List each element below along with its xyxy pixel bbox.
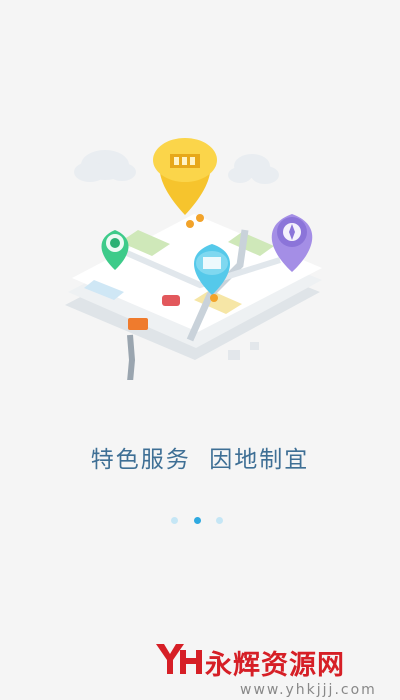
courier-icon-3 [210,294,218,302]
page-dot-1[interactable] [171,517,178,524]
courier-icon-2 [196,214,204,222]
page-indicator [168,516,232,526]
cube [228,350,240,360]
watermark-logo [156,644,202,674]
truck-icon [128,318,148,330]
page-dot-3[interactable] [216,517,223,524]
watermark: 永辉资源网 www.yhkjjj.com [150,640,390,700]
car-icon [162,295,180,306]
onboarding-screen: 特色服务 因地制宜 永辉资源网 www.yhkjjj.com [0,0,400,700]
cube-2 [250,342,259,350]
map-road-3 [127,334,136,380]
courier-icon [186,220,194,228]
watermark-url: www.yhkjjj.com [240,682,377,698]
cloud-left [74,150,136,182]
building-icon [153,138,217,215]
map-illustration [65,138,322,380]
cloud-right [228,154,279,184]
onboarding-tagline: 特色服务 因地制宜 [90,447,310,473]
page-dot-2-active[interactable] [194,517,201,524]
watermark-title: 永辉资源网 [205,650,345,681]
